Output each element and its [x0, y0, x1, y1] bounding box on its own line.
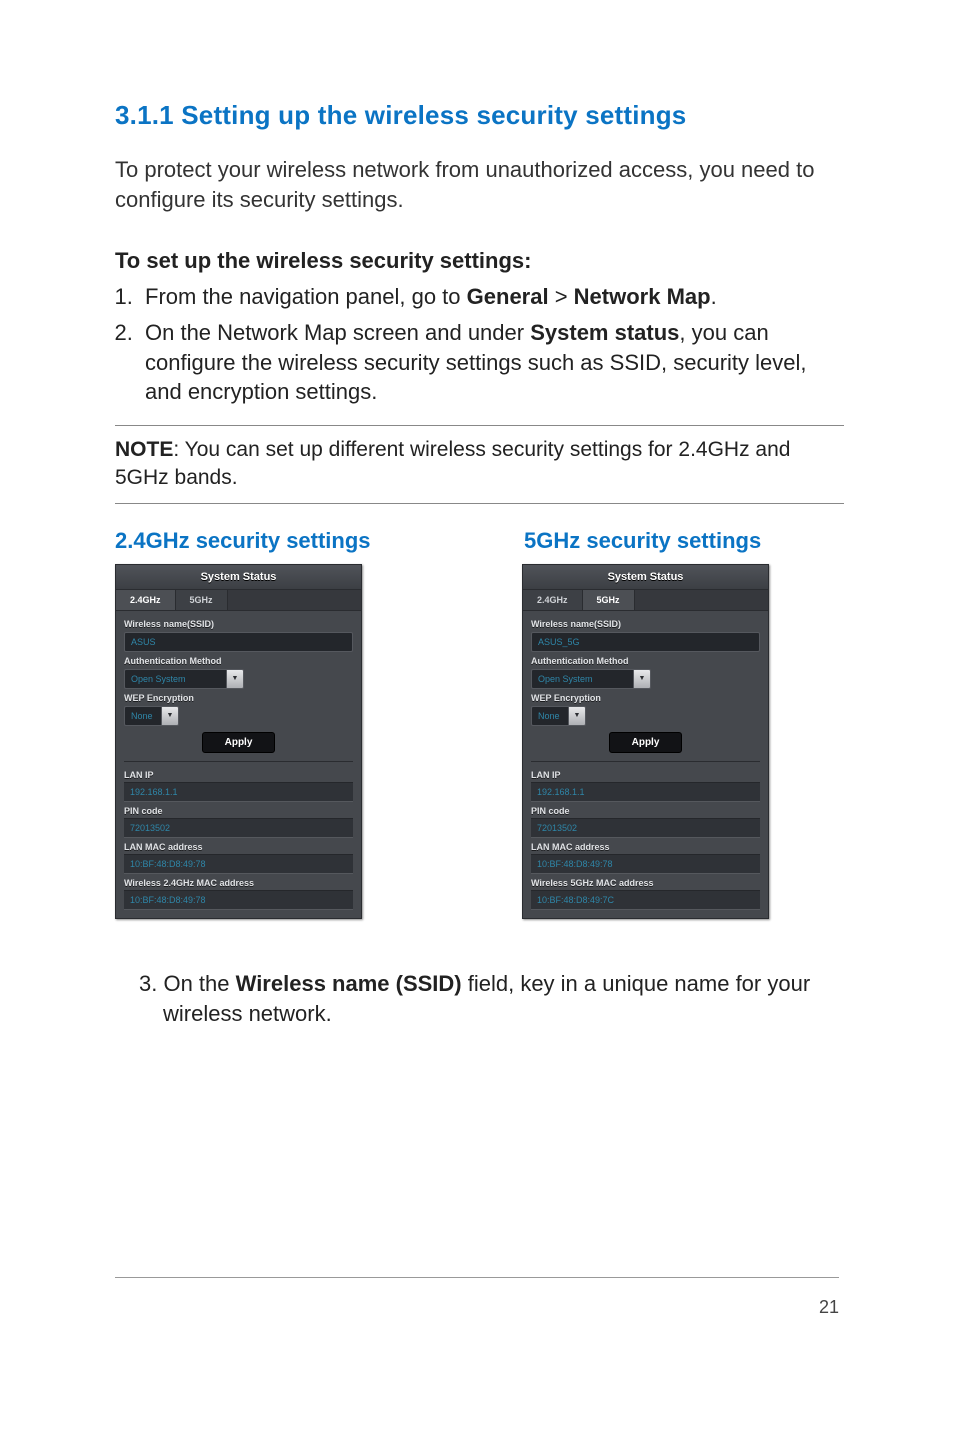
auth-label: Authentication Method: [124, 656, 353, 666]
col-title-5ghz: 5GHz security settings: [524, 528, 844, 554]
note-text: NOTE: You can set up different wireless …: [115, 436, 844, 493]
panel-header: System Status: [116, 565, 361, 590]
lanmac-value: 10:BF:48:D8:49:78: [124, 854, 353, 874]
auth-select-value: Open System: [531, 669, 633, 689]
system-status-panel-24ghz: System Status 2.4GHz 5GHz Wireless name(…: [115, 564, 362, 919]
step-1: From the navigation panel, go to General…: [139, 282, 844, 312]
footer-divider: [115, 1277, 839, 1278]
tab-5ghz[interactable]: 5GHz: [176, 590, 228, 610]
auth-select[interactable]: Open System ▼: [124, 669, 244, 689]
lanip-label: LAN IP: [124, 770, 353, 780]
tab-5ghz[interactable]: 5GHz: [583, 590, 635, 610]
auth-select[interactable]: Open System ▼: [531, 669, 651, 689]
apply-button[interactable]: Apply: [609, 732, 683, 753]
wep-select[interactable]: None ▼: [124, 706, 179, 726]
intro-text: To protect your wireless network from un…: [115, 155, 844, 214]
tab-24ghz[interactable]: 2.4GHz: [523, 590, 583, 610]
lanmac-label: LAN MAC address: [124, 842, 353, 852]
apply-button[interactable]: Apply: [202, 732, 276, 753]
chevron-down-icon[interactable]: ▼: [161, 706, 179, 726]
wmac-label: Wireless 5GHz MAC address: [531, 878, 760, 888]
nav-general: General: [467, 284, 549, 309]
lanmac-value: 10:BF:48:D8:49:78: [531, 854, 760, 874]
ssid-label: Wireless name(SSID): [124, 619, 353, 629]
pin-label: PIN code: [124, 806, 353, 816]
procedure-heading: To set up the wireless security settings…: [115, 248, 844, 274]
panel-header: System Status: [523, 565, 768, 590]
ssid-input[interactable]: ASUS_5G: [531, 632, 760, 652]
ssid-input[interactable]: ASUS: [124, 632, 353, 652]
divider: [115, 503, 844, 504]
pin-label: PIN code: [531, 806, 760, 816]
lanip-value: 192.168.1.1: [531, 782, 760, 802]
wep-label: WEP Encryption: [531, 693, 760, 703]
lanip-label: LAN IP: [531, 770, 760, 780]
ssid-field-ref: Wireless name (SSID): [236, 971, 462, 996]
wep-label: WEP Encryption: [124, 693, 353, 703]
step-3: 3. On the Wireless name (SSID) field, ke…: [139, 969, 844, 1028]
auth-select-value: Open System: [124, 669, 226, 689]
lanmac-label: LAN MAC address: [531, 842, 760, 852]
chevron-down-icon[interactable]: ▼: [568, 706, 586, 726]
col-title-24ghz: 2.4GHz security settings: [115, 528, 524, 554]
wmac-value: 10:BF:48:D8:49:78: [124, 890, 353, 910]
wmac-label: Wireless 2.4GHz MAC address: [124, 878, 353, 888]
auth-label: Authentication Method: [531, 656, 760, 666]
step-2: On the Network Map screen and under Syst…: [139, 318, 844, 407]
chevron-down-icon[interactable]: ▼: [226, 669, 244, 689]
wep-select-value: None: [124, 706, 161, 726]
wep-select-value: None: [531, 706, 568, 726]
chevron-down-icon[interactable]: ▼: [633, 669, 651, 689]
page-number: 21: [819, 1297, 839, 1318]
tab-24ghz[interactable]: 2.4GHz: [116, 590, 176, 610]
nav-network-map: Network Map: [574, 284, 711, 309]
system-status-panel-5ghz: System Status 2.4GHz 5GHz Wireless name(…: [522, 564, 769, 919]
wmac-value: 10:BF:48:D8:49:7C: [531, 890, 760, 910]
divider: [115, 425, 844, 426]
section-heading: 3.1.1 Setting up the wireless security s…: [115, 100, 844, 131]
lanip-value: 192.168.1.1: [124, 782, 353, 802]
system-status-ref: System status: [530, 320, 679, 345]
pin-value: 72013502: [124, 818, 353, 838]
wep-select[interactable]: None ▼: [531, 706, 586, 726]
pin-value: 72013502: [531, 818, 760, 838]
ssid-label: Wireless name(SSID): [531, 619, 760, 629]
